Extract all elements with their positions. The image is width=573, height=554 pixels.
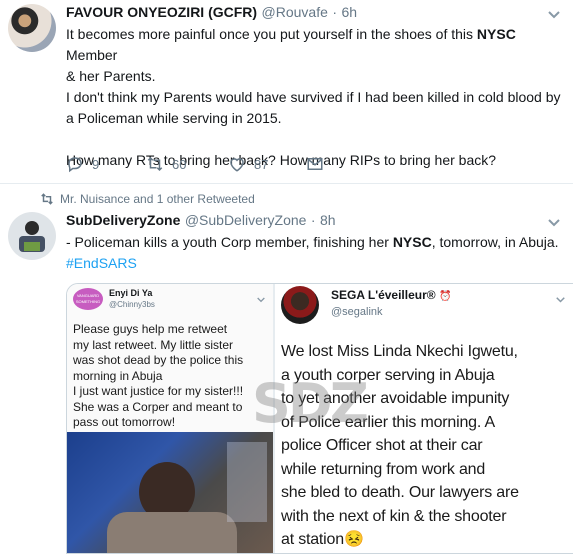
tweet-divider [0, 183, 573, 184]
retweet-context[interactable]: Mr. Nuisance and 1 other Retweeted [40, 192, 255, 206]
chevron-down-icon[interactable] [548, 214, 560, 232]
hashtag-link[interactable]: #EndSARS [66, 255, 137, 271]
avatar-box [24, 242, 40, 251]
embedded-name-right: SEGA L'éveilleur® [331, 288, 436, 302]
separator: · [310, 212, 316, 228]
timestamp[interactable]: 8h [320, 212, 336, 228]
chevron-down-icon [556, 290, 565, 308]
like-count: 87 [254, 156, 269, 172]
embedded-handle-right: @segalink [331, 306, 383, 318]
embedded-avatar-left: VANGUARD SOMETHING [73, 288, 103, 310]
envelope-icon [307, 158, 323, 170]
tweet-actions: 9 60 87 [66, 155, 366, 175]
heart-icon [230, 158, 244, 172]
chevron-down-icon [257, 290, 265, 308]
retweet-icon [41, 193, 53, 205]
tweet-image[interactable]: VANGUARD SOMETHING Enyi Di Ya @Chinny3bs… [66, 283, 573, 554]
embedded-text-left: Please guys help me retweet my last retw… [73, 322, 244, 429]
like-button[interactable]: 87 [228, 155, 268, 173]
retweet-count: 60 [172, 156, 187, 172]
chevron-down-icon[interactable] [548, 6, 560, 24]
avatar[interactable] [8, 4, 56, 52]
photo-light [227, 442, 267, 522]
author-name[interactable]: FAVOUR ONYEOZIRI (GCFR) [66, 4, 257, 20]
persevering-face-emoji: 😣 [343, 531, 364, 548]
watermark-logo: SDZ [252, 372, 369, 435]
tweet-text: - Policeman kills a youth Corp member, f… [66, 234, 559, 271]
author-handle[interactable]: @Rouvafe [262, 4, 328, 20]
reply-count: 9 [92, 156, 100, 172]
author-handle[interactable]: @SubDeliveryZone [185, 212, 307, 228]
author-name[interactable]: SubDeliveryZone [66, 212, 180, 228]
photo-body [107, 512, 237, 553]
retweet-context-text: Mr. Nuisance and 1 other Retweeted [60, 192, 255, 206]
retweet-button[interactable]: 60 [146, 155, 186, 173]
embedded-name-left: Enyi Di Ya [109, 288, 153, 298]
dm-button[interactable] [306, 155, 324, 173]
embedded-handle-left: @Chinny3bs [109, 300, 155, 309]
embedded-avatar-right [281, 286, 319, 324]
embedded-photo [67, 432, 273, 553]
reply-button[interactable]: 9 [66, 155, 99, 173]
avatar-head [25, 221, 39, 235]
embedded-logo-line2: SOMETHING [75, 299, 101, 304]
embedded-tweet-left: VANGUARD SOMETHING Enyi Di Ya @Chinny3bs… [67, 284, 275, 553]
retweet-icon [147, 156, 163, 172]
tweet-text: It becomes more painful once you put you… [66, 26, 561, 168]
alarm-icon: ⏰ [438, 291, 452, 302]
timestamp[interactable]: 6h [341, 4, 357, 20]
avatar[interactable] [8, 212, 56, 260]
separator: · [332, 4, 338, 20]
tweet-1[interactable]: FAVOUR ONYEOZIRI (GCFR) @Rouvafe · 6h It… [0, 0, 573, 182]
reply-icon [68, 157, 82, 173]
